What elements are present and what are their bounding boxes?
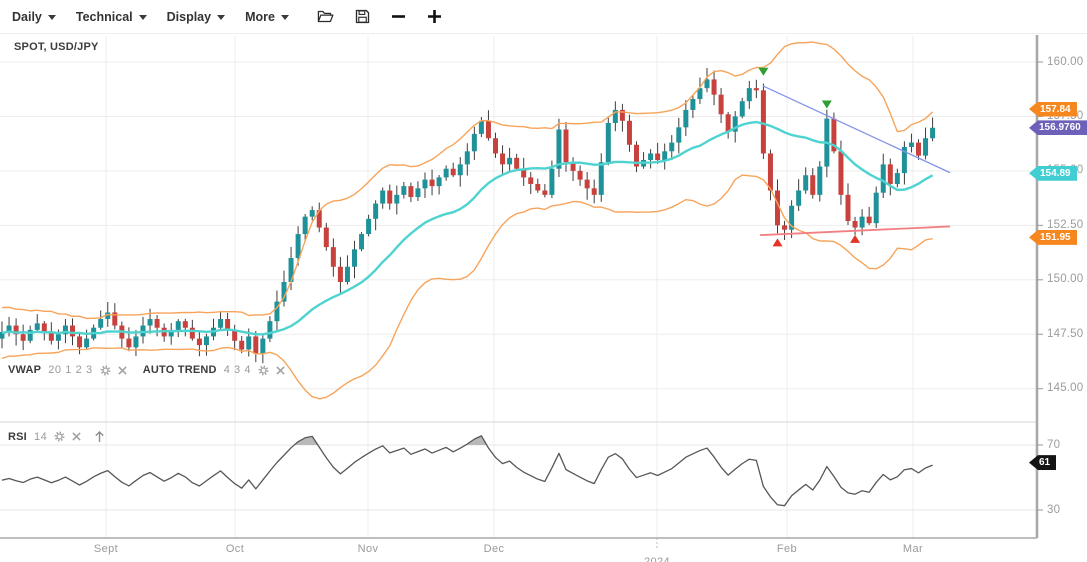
vwap-legend: VWAP 20 1 2 3 [8, 364, 127, 376]
price-tick-label: 147.50 [1047, 328, 1083, 341]
gridlines [0, 36, 1037, 538]
settings-icon[interactable] [100, 365, 111, 376]
auto-trend-legend-params: 4 3 4 [224, 364, 251, 376]
chevron-down-icon [281, 15, 289, 20]
panel-frame [0, 35, 1043, 550]
rsi-legend: RSI 14 [8, 430, 121, 443]
price-badge-band-lower: 151.95 [1029, 230, 1077, 245]
price-badge-last-price: 156.9760 [1029, 120, 1087, 135]
chevron-down-icon [139, 15, 147, 20]
candles [0, 68, 935, 363]
trading-chart-app: Daily Technical Display More [0, 0, 1087, 562]
save-icon[interactable] [355, 9, 370, 24]
rsi-tick-label: 30 [1047, 504, 1060, 517]
price-tick-label: 150.00 [1047, 273, 1083, 286]
move-pane-up-icon[interactable] [94, 430, 105, 443]
price-badge-band-upper: 157.84 [1029, 102, 1077, 117]
time-tick-label: Dec [484, 543, 505, 555]
rsi-legend-params: 14 [34, 431, 47, 443]
indicator-legend: VWAP 20 1 2 3 AUTO TREND 4 3 4 [8, 364, 301, 376]
remove-icon[interactable] [118, 366, 127, 375]
rsi-legend-name: RSI [8, 431, 27, 443]
time-tick-label: Feb [777, 543, 797, 555]
symbol-label: SPOT, USD/JPY [14, 41, 99, 53]
price-badge-vwap: 154.89 [1029, 166, 1077, 181]
time-tick-label: Nov [358, 543, 379, 555]
vwap-legend-params: 20 1 2 3 [48, 364, 93, 376]
toolbar: Daily Technical Display More [0, 0, 1087, 34]
chart-canvas[interactable] [0, 0, 1087, 562]
menu-more-label: More [245, 10, 275, 24]
price-tick-label: 160.00 [1047, 56, 1083, 69]
menu-timeframe[interactable]: Daily [12, 10, 56, 24]
menu-display-label: Display [167, 10, 211, 24]
rsi-tick-label: 70 [1047, 439, 1060, 452]
menu-technical-label: Technical [76, 10, 133, 24]
auto-trend-legend-name: AUTO TREND [143, 364, 217, 376]
open-folder-icon[interactable] [317, 9, 334, 24]
menu-timeframe-label: Daily [12, 10, 42, 24]
toolbar-icon-group [317, 9, 442, 24]
remove-icon[interactable] [72, 432, 81, 441]
auto-trend-lines [760, 86, 950, 235]
menu-display[interactable]: Display [167, 10, 225, 24]
auto-trend-legend: AUTO TREND 4 3 4 [143, 364, 285, 376]
remove-icon[interactable] [276, 366, 285, 375]
menu-more[interactable]: More [245, 10, 289, 24]
chevron-down-icon [217, 15, 225, 20]
settings-icon[interactable] [258, 365, 269, 376]
price-tick-label: 145.00 [1047, 382, 1083, 395]
time-tick-label: Oct [226, 543, 244, 555]
chevron-down-icon [48, 15, 56, 20]
rsi-plot [2, 436, 933, 510]
time-tick-label: Sept [94, 543, 118, 555]
time-tick-year-label: 2024 [644, 556, 670, 562]
vwap-legend-name: VWAP [8, 364, 41, 376]
menu-technical[interactable]: Technical [76, 10, 147, 24]
zoom-out-icon[interactable] [391, 9, 406, 24]
zoom-in-icon[interactable] [427, 9, 442, 24]
settings-icon[interactable] [54, 431, 65, 442]
time-tick-label: Mar [903, 543, 923, 555]
signal-markers [758, 68, 860, 247]
rsi-legend-group: RSI 14 [8, 430, 105, 443]
